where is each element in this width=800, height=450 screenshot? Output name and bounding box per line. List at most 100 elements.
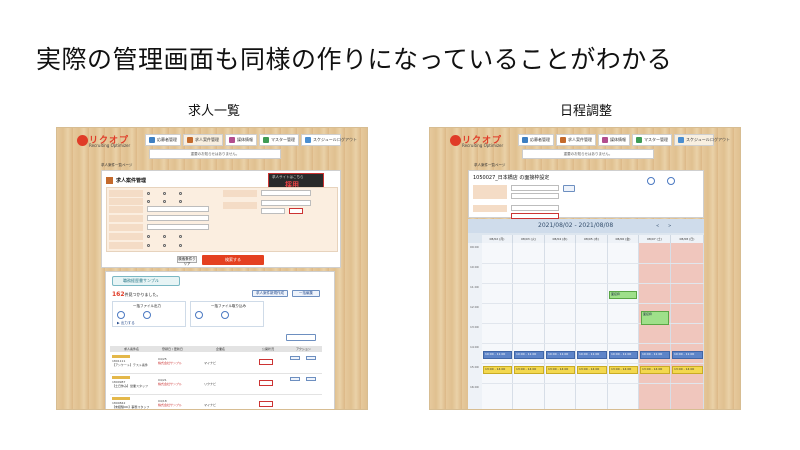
nav-applicants[interactable]: 応募者管理 bbox=[518, 134, 554, 146]
column-header: 公開状況 bbox=[262, 347, 275, 351]
select-field[interactable] bbox=[511, 193, 559, 199]
text-field[interactable] bbox=[147, 224, 209, 230]
download-icon[interactable] bbox=[143, 311, 151, 319]
day-column[interactable] bbox=[608, 243, 639, 409]
radio-option[interactable] bbox=[179, 235, 182, 238]
weekend-column[interactable] bbox=[671, 243, 704, 409]
clear-button[interactable]: 検索条件クリア bbox=[177, 256, 197, 266]
calendar-event[interactable]: 13:00 - 14:00 bbox=[609, 366, 638, 374]
date-field[interactable] bbox=[289, 208, 303, 214]
download-icon[interactable] bbox=[117, 311, 125, 319]
nav-media[interactable]: 媒体情報 bbox=[225, 134, 257, 146]
form-label bbox=[109, 206, 143, 213]
text-field[interactable] bbox=[147, 215, 209, 221]
select-field[interactable] bbox=[147, 206, 209, 212]
day-column[interactable] bbox=[545, 243, 576, 409]
logout-link[interactable]: ログアウト bbox=[337, 137, 357, 143]
publish-button[interactable] bbox=[259, 401, 273, 407]
export-link[interactable]: ▶ 出力する bbox=[117, 321, 135, 326]
nav-applicants[interactable]: 応募者管理 bbox=[145, 134, 181, 146]
row-action-button[interactable] bbox=[290, 356, 300, 360]
day-column[interactable] bbox=[576, 243, 608, 409]
day-column[interactable] bbox=[513, 243, 545, 409]
tip-banner[interactable]: 職務経歴書サンプル bbox=[112, 276, 180, 286]
app-logo[interactable]: リクオプ Recruiting Optimizer bbox=[77, 132, 137, 150]
radio-option[interactable] bbox=[163, 244, 166, 247]
row-title[interactable]: 【アンケート】テスト案件 bbox=[112, 363, 148, 367]
select-field[interactable] bbox=[261, 190, 311, 196]
row-action-button[interactable] bbox=[290, 377, 300, 381]
logout-link[interactable]: ログアウト bbox=[710, 137, 730, 143]
radio-option[interactable] bbox=[147, 244, 150, 247]
breadcrumb[interactable]: 求人案件一覧ページ bbox=[474, 163, 505, 168]
table-row[interactable]: 1801111 【アンケート】テスト案件 04/25 株式会社サンプル マイナビ bbox=[110, 353, 322, 374]
radio-option[interactable] bbox=[163, 200, 166, 203]
calendar-event[interactable]: 10:00 - 11:00 bbox=[672, 351, 703, 359]
calendar-event[interactable]: 13:00 - 14:00 bbox=[483, 366, 512, 374]
row-action-button[interactable] bbox=[306, 377, 316, 381]
search-button[interactable]: 検索する bbox=[202, 255, 264, 265]
nav-label: スケジュール bbox=[686, 137, 710, 142]
calendar-event[interactable]: 10:00 - 11:00 bbox=[483, 351, 512, 359]
select-field[interactable] bbox=[261, 200, 311, 206]
calendar-header: 2021/08/02 - 2021/08/08 < > bbox=[468, 219, 704, 233]
next-week-button[interactable]: > bbox=[668, 223, 671, 228]
calendar-event[interactable]: 10:00 - 11:00 bbox=[640, 351, 670, 359]
day-column[interactable] bbox=[482, 243, 513, 409]
select-field[interactable] bbox=[511, 185, 559, 191]
radio-option[interactable] bbox=[147, 192, 150, 195]
nav-label: マスター管理 bbox=[271, 137, 295, 142]
publish-button[interactable] bbox=[259, 380, 273, 386]
date-field[interactable] bbox=[261, 208, 285, 214]
nav-jobs[interactable]: 求人案件管理 bbox=[556, 134, 596, 146]
select-field[interactable] bbox=[511, 205, 559, 211]
radio-option[interactable] bbox=[147, 200, 150, 203]
radio-option[interactable] bbox=[179, 244, 182, 247]
table-row[interactable]: 1800842 【未経験OK】事務スタッフ 04/18 株式会社サンプル マイナ… bbox=[110, 395, 322, 409]
row-link[interactable]: 株式会社サンプル bbox=[158, 403, 182, 407]
row-title[interactable]: 【未経験OK】事務スタッフ bbox=[112, 405, 149, 409]
bulk-edit-button[interactable]: 一括編集 bbox=[292, 290, 320, 297]
interviewer-icon[interactable] bbox=[647, 177, 655, 185]
prev-week-button[interactable]: < bbox=[656, 223, 659, 228]
radio-option[interactable] bbox=[163, 235, 166, 238]
column-header: アクション bbox=[296, 347, 311, 351]
calendar-event[interactable]: 10:00 - 11:00 bbox=[546, 351, 575, 359]
calendar-event[interactable]: 面接枠 bbox=[609, 291, 637, 299]
nav-jobs[interactable]: 求人案件管理 bbox=[183, 134, 223, 146]
row-link[interactable]: 株式会社サンプル bbox=[158, 382, 182, 386]
calendar-event[interactable]: 10:00 - 11:00 bbox=[609, 351, 638, 359]
interviewer-icon[interactable] bbox=[667, 177, 675, 185]
calendar-event[interactable]: 面接枠 bbox=[641, 311, 669, 325]
table-row[interactable]: 1800987 【土日休み】営業スタッフ 04/21 株式会社サンプル リクナビ bbox=[110, 374, 322, 395]
radio-option[interactable] bbox=[163, 192, 166, 195]
upload-icon[interactable] bbox=[195, 311, 203, 319]
select-button[interactable] bbox=[563, 185, 575, 192]
calendar-event[interactable]: 10:00 - 11:00 bbox=[577, 351, 607, 359]
pager[interactable] bbox=[286, 334, 316, 341]
radio-option[interactable] bbox=[147, 235, 150, 238]
radio-option[interactable] bbox=[179, 192, 182, 195]
nav-schedule[interactable]: スケジュール bbox=[674, 134, 714, 146]
app-logo[interactable]: リクオプ Recruiting Optimizer bbox=[450, 132, 510, 150]
new-job-button[interactable]: 求人案件新規作成 bbox=[252, 290, 288, 297]
calendar-event[interactable]: 13:00 - 14:00 bbox=[672, 366, 703, 374]
row-title[interactable]: 【土日休み】営業スタッフ bbox=[112, 384, 148, 388]
row-action-button[interactable] bbox=[306, 356, 316, 360]
weekend-column[interactable] bbox=[639, 243, 671, 409]
calendar-event[interactable]: 13:00 - 14:00 bbox=[640, 366, 670, 374]
nav-master[interactable]: マスター管理 bbox=[259, 134, 299, 146]
form-label bbox=[473, 185, 507, 199]
row-link[interactable]: 株式会社サンプル bbox=[158, 361, 182, 365]
breadcrumb[interactable]: 求人案件一覧ページ bbox=[101, 163, 132, 168]
publish-button[interactable] bbox=[259, 359, 273, 365]
radio-option[interactable] bbox=[179, 200, 182, 203]
calendar-event[interactable]: 13:00 - 14:00 bbox=[514, 366, 544, 374]
calendar-event[interactable]: 10:00 - 11:00 bbox=[514, 351, 544, 359]
nav-media[interactable]: 媒体情報 bbox=[598, 134, 630, 146]
nav-master[interactable]: マスター管理 bbox=[632, 134, 672, 146]
nav-schedule[interactable]: スケジュール bbox=[301, 134, 341, 146]
calendar-event[interactable]: 13:00 - 14:00 bbox=[546, 366, 575, 374]
calendar-event[interactable]: 13:00 - 14:00 bbox=[577, 366, 607, 374]
upload-icon[interactable] bbox=[221, 311, 229, 319]
